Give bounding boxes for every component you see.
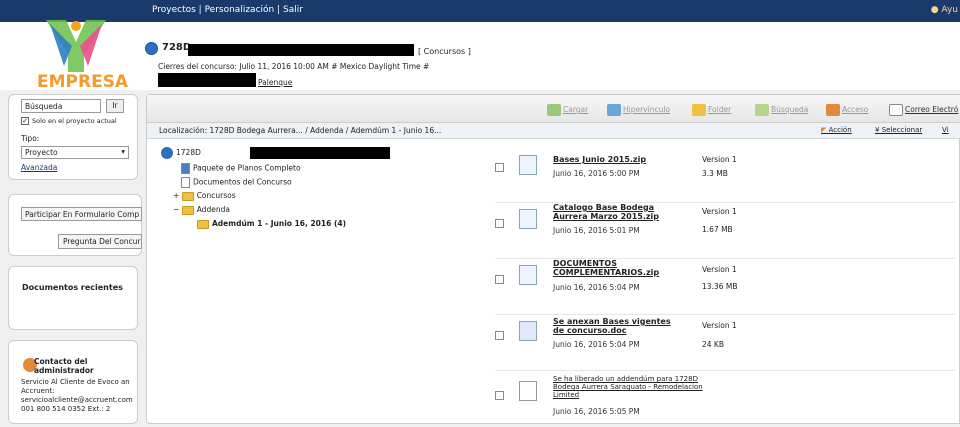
tree-node-documentos[interactable]: Documentos del Concurso [181, 177, 292, 188]
breadcrumb: Localización: 1728D Bodega Aurrera... / … [159, 126, 442, 135]
contact-title: Contacto del administrador [34, 357, 94, 375]
file-row: Bases Junio 2015.zip Junio 16, 2016 5:00… [495, 147, 955, 203]
file-date: Junio 16, 2016 5:05 PM [553, 407, 640, 416]
logo-text: EMPRESA [37, 72, 129, 92]
envelope-icon [519, 381, 537, 401]
package-icon [181, 163, 190, 174]
file-name-link[interactable]: Catalogo Base Bodega Aurrera Marzo 2015.… [553, 203, 683, 221]
only-project-checkbox[interactable]: ✓ [21, 117, 29, 125]
folder-icon [181, 205, 194, 215]
top-nav-bar: Proyectos | Personalización | Salir ● Ay… [0, 0, 960, 22]
action-icon: ◤ [821, 126, 827, 134]
contact-body: Servicio Al Cliente de Evoco an Accruent… [21, 378, 133, 413]
redacted-tree-root-name [250, 147, 390, 159]
project-code: 728D [162, 42, 192, 53]
upload-icon [547, 104, 561, 116]
file-version: Version 1 [702, 321, 737, 330]
hipervinculo-button[interactable]: Hipervínculo [607, 104, 670, 116]
avanzada-link[interactable]: Avanzada [21, 163, 57, 172]
zip-file-icon [519, 155, 537, 175]
file-date: Junio 16, 2016 5:00 PM [553, 169, 640, 178]
file-date: Junio 16, 2016 5:04 PM [553, 283, 640, 292]
file-checkbox[interactable] [495, 391, 504, 400]
cierres-text: Cierres del concurso: Julio 11, 2016 10:… [158, 62, 430, 71]
only-project-label: Solo en el proyecto actual [32, 117, 117, 125]
folder-icon [692, 104, 706, 116]
tree-node-paquete[interactable]: Paquete de Planos Completo [181, 163, 301, 174]
file-size: 1.67 MB [702, 225, 733, 234]
file-checkbox[interactable] [495, 275, 504, 284]
file-row: Catalogo Base Bodega Aurrera Marzo 2015.… [495, 203, 955, 259]
location-bar: Localización: 1728D Bodega Aurrera... / … [147, 123, 960, 139]
participar-button[interactable]: Participar En Formulario Comp [21, 207, 142, 221]
home-icon[interactable] [145, 42, 158, 55]
tree-node-ademdum[interactable]: Ademdúm 1 - Junio 16, 2016 (4) [197, 219, 346, 229]
acceso-button[interactable]: Acceso [826, 104, 868, 116]
file-date: Junio 16, 2016 5:04 PM [553, 340, 640, 349]
folder-icon [181, 191, 194, 201]
concursos-link[interactable]: [ Concursos ] [418, 47, 471, 56]
ver-menu[interactable]: Vi [942, 126, 949, 134]
help-link[interactable]: ● Ayu [931, 5, 958, 15]
file-row: Se ha liberado un addendúm para 1728D Bo… [495, 371, 955, 427]
search-go-button[interactable]: Ir [106, 99, 124, 113]
document-icon [181, 177, 190, 188]
chevron-down-icon: ▾ [121, 147, 125, 156]
correo-button[interactable]: Correo Electró [889, 104, 958, 116]
tipo-label: Tipo: [21, 134, 40, 143]
folder-open-icon [197, 219, 209, 229]
busqueda-button[interactable]: Búsqueda [755, 104, 808, 116]
file-checkbox[interactable] [495, 163, 504, 172]
redacted-location [158, 73, 256, 87]
folder-button[interactable]: Folder [692, 104, 731, 116]
toolbar: Cargar Hipervínculo Folder Búsqueda Acce… [147, 95, 960, 123]
file-checkbox[interactable] [495, 219, 504, 228]
search-icon [755, 104, 769, 116]
file-size: 24 KB [702, 340, 724, 349]
link-icon [607, 104, 621, 116]
file-name-link[interactable]: DOCUMENTOS COMPLEMENTARIOS.zip [553, 259, 683, 277]
cargar-button[interactable]: Cargar [547, 104, 588, 116]
pregunta-button[interactable]: Pregunta Del Concur [58, 234, 142, 249]
home-icon [161, 147, 173, 159]
top-nav-links[interactable]: Proyectos | Personalización | Salir [152, 5, 303, 15]
recent-docs-title: Documentos recientes [22, 283, 123, 292]
tipo-select[interactable]: Proyecto ▾ [21, 146, 129, 159]
accion-menu[interactable]: ◤ Acción [821, 126, 852, 134]
tree-node-concursos[interactable]: + Concursos [173, 191, 236, 201]
file-size: 13.36 MB [702, 282, 738, 291]
tree-node-root[interactable]: 1728D [161, 147, 201, 159]
file-name-link[interactable]: Se anexan Bases vigentes de concurso.doc [553, 317, 683, 335]
zip-file-icon [519, 265, 537, 285]
recent-docs-panel [8, 266, 138, 330]
search-input[interactable]: Búsqueda [21, 99, 101, 113]
file-checkbox[interactable] [495, 331, 504, 340]
seleccionar-menu[interactable]: ¥ Seleccionar [875, 126, 922, 134]
file-version: Version 1 [702, 207, 737, 216]
file-version: Version 1 [702, 265, 737, 274]
access-icon [826, 104, 840, 116]
file-date: Junio 16, 2016 5:01 PM [553, 226, 640, 235]
tree-node-addenda[interactable]: − Addenda [173, 205, 230, 215]
header [0, 22, 960, 90]
word-file-icon [519, 321, 537, 341]
select-icon: ¥ [875, 126, 880, 134]
empresa-logo [46, 20, 106, 72]
collapse-icon[interactable]: − [173, 205, 179, 214]
main-panel: Cargar Hipervínculo Folder Búsqueda Acce… [146, 94, 960, 424]
zip-file-icon [519, 209, 537, 229]
file-row: DOCUMENTOS COMPLEMENTARIOS.zip Junio 16,… [495, 259, 955, 315]
redacted-project-name [188, 44, 414, 56]
notice-link[interactable]: Se ha liberado un addendúm para 1728D Bo… [553, 375, 703, 399]
email-icon [889, 104, 903, 116]
file-version: Version 1 [702, 155, 737, 164]
file-row: Se anexan Bases vigentes de concurso.doc… [495, 315, 955, 371]
palenque-link[interactable]: Palenque [258, 78, 292, 87]
expand-icon[interactable]: + [173, 191, 179, 200]
file-name-link[interactable]: Bases Junio 2015.zip [553, 155, 683, 164]
file-size: 3.3 MB [702, 169, 728, 178]
